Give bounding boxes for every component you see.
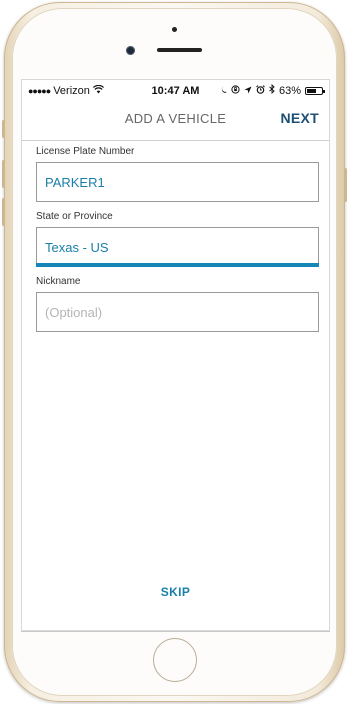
moon-icon: [219, 85, 227, 97]
state-value: Texas - US: [45, 239, 109, 255]
nickname-input[interactable]: [36, 292, 319, 332]
power-button: [344, 168, 347, 202]
orientation-lock-icon: [231, 84, 240, 97]
license-plate-label: License Plate Number: [36, 146, 135, 157]
status-right: 63%: [219, 83, 325, 97]
location-arrow-icon: [244, 85, 252, 97]
mute-switch: [2, 120, 5, 138]
battery-icon: [305, 86, 325, 95]
status-bar: ●●●●● Verizon 10:47 AM 63%: [22, 80, 329, 100]
volume-down-button: [2, 198, 5, 226]
license-plate-input[interactable]: PARKER1: [36, 162, 319, 202]
skip-button[interactable]: SKIP: [22, 585, 329, 599]
state-label: State or Province: [36, 211, 113, 222]
battery-percent: 63%: [278, 84, 301, 97]
license-plate-value: PARKER1: [45, 174, 105, 190]
state-select[interactable]: Texas - US: [36, 227, 319, 267]
bluetooth-icon: [269, 83, 275, 97]
navigation-bar: ADD A VEHICLE NEXT: [22, 100, 329, 141]
state-active-underline: [36, 263, 319, 267]
device-frame: ●●●●● Verizon 10:47 AM 63% ADD A VEHICLE…: [0, 0, 349, 704]
alarm-icon: [256, 84, 265, 97]
next-button[interactable]: NEXT: [280, 110, 319, 126]
battery-level: [307, 88, 316, 93]
earpiece-speaker: [157, 48, 202, 52]
volume-up-button: [2, 160, 5, 188]
front-camera: [126, 46, 135, 55]
app-screen: ●●●●● Verizon 10:47 AM 63% ADD A VEHICLE…: [21, 79, 330, 631]
home-button[interactable]: [153, 638, 197, 682]
screen-bottom-divider: [21, 631, 330, 632]
nickname-label: Nickname: [36, 276, 81, 287]
proximity-sensor: [172, 27, 177, 32]
